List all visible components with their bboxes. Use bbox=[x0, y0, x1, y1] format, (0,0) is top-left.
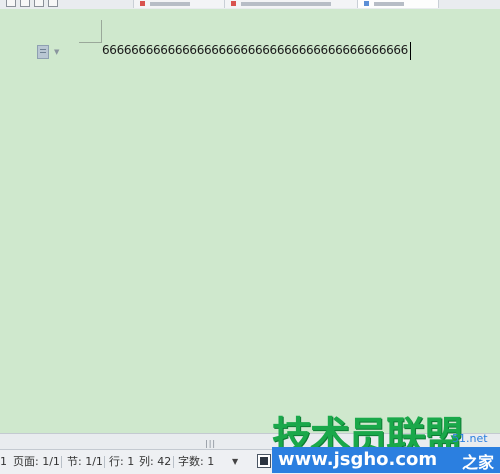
tab-3-label bbox=[374, 2, 404, 6]
tab-3[interactable] bbox=[357, 0, 439, 8]
tab-2-icon bbox=[231, 1, 236, 6]
tab-3-icon bbox=[364, 1, 369, 6]
chevron-down-icon[interactable]: ▼ bbox=[232, 450, 238, 474]
watermark-side-text: 51.net bbox=[452, 432, 488, 445]
paragraph-icon[interactable] bbox=[37, 45, 49, 59]
tab-1-icon bbox=[140, 1, 145, 6]
status-page-number: 1 bbox=[0, 455, 7, 468]
chevron-down-icon[interactable]: ▼ bbox=[54, 48, 59, 56]
divider bbox=[61, 456, 62, 468]
tab-2[interactable] bbox=[224, 0, 358, 8]
divider bbox=[173, 456, 174, 468]
full-screen-icon[interactable] bbox=[257, 454, 271, 468]
new-doc-icon[interactable] bbox=[6, 0, 16, 7]
text-cursor bbox=[410, 42, 411, 60]
status-line[interactable]: 行: 1 bbox=[109, 450, 134, 474]
save-icon[interactable] bbox=[34, 0, 44, 7]
tab-1-label bbox=[150, 2, 190, 6]
status-column[interactable]: 列: 42 bbox=[139, 450, 171, 474]
tab-2-label bbox=[241, 2, 331, 6]
undo-icon[interactable] bbox=[48, 0, 58, 7]
status-word-count[interactable]: 字数: 1 bbox=[178, 450, 214, 474]
document-text[interactable]: 6666666666666666666666666666666666666666… bbox=[102, 43, 408, 57]
status-section[interactable]: 节: 1/1 bbox=[67, 450, 103, 474]
page-margin-corner bbox=[79, 20, 102, 43]
watermark-tail: 之家 bbox=[462, 453, 495, 472]
tab-1[interactable] bbox=[133, 0, 225, 8]
status-page[interactable]: 页面: 1/1 bbox=[13, 450, 60, 474]
scrollbar-grip[interactable]: ||| bbox=[205, 439, 216, 448]
document-canvas[interactable]: ▼ 66666666666666666666666666666666666666… bbox=[0, 9, 500, 433]
open-icon[interactable] bbox=[20, 0, 30, 7]
divider bbox=[104, 456, 105, 468]
